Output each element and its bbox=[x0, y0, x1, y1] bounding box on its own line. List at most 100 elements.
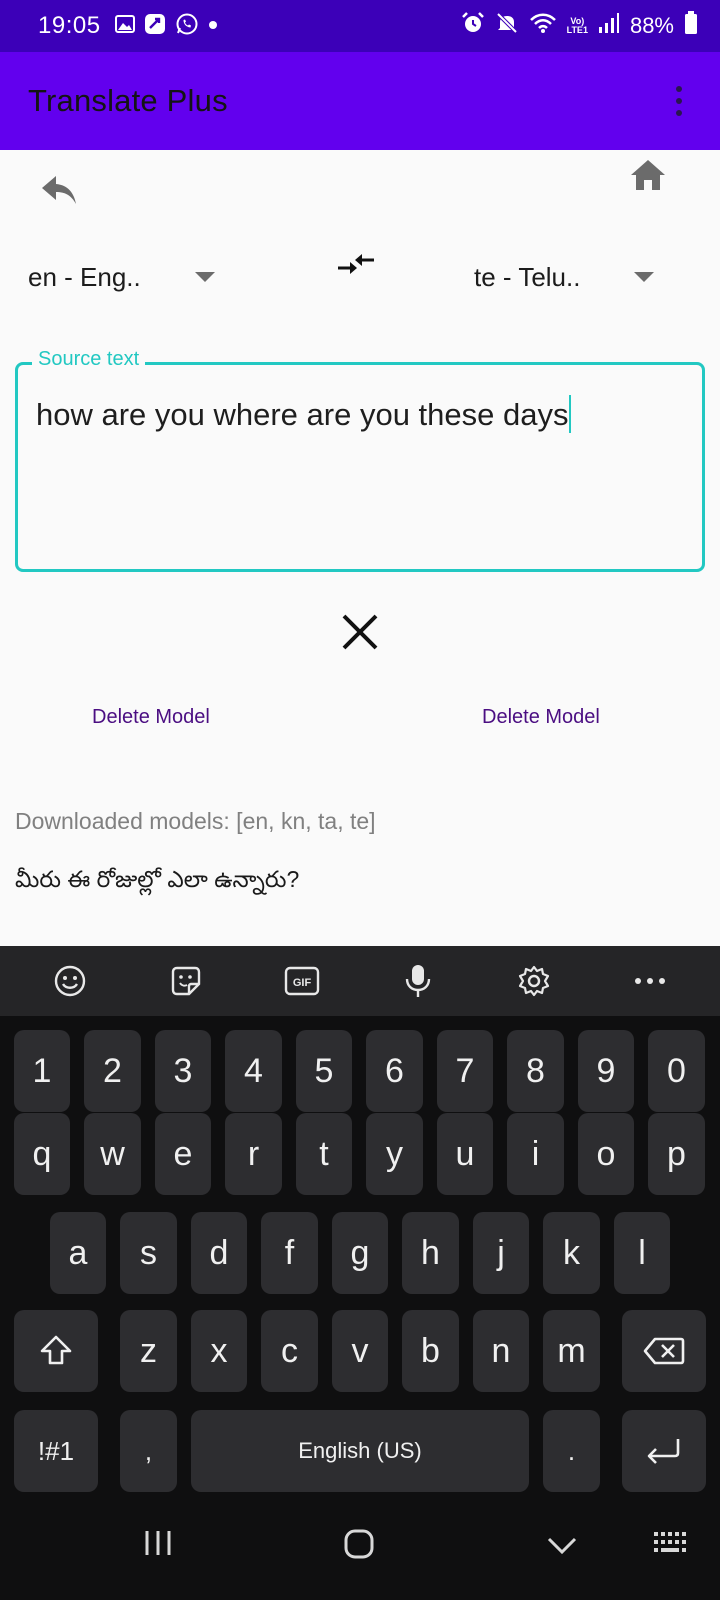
key-8[interactable]: 8 bbox=[507, 1030, 564, 1112]
target-language-selector[interactable]: te - Telu.. bbox=[474, 262, 580, 293]
keyboard-row-3: z x c v b n m bbox=[0, 1310, 720, 1392]
source-language-selector[interactable]: en - Eng.. bbox=[28, 262, 141, 293]
key-d[interactable]: d bbox=[191, 1212, 247, 1294]
home-icon[interactable] bbox=[628, 158, 668, 194]
delete-source-model-button[interactable]: Delete Model bbox=[92, 706, 210, 729]
key-y[interactable]: y bbox=[366, 1113, 423, 1195]
system-navigation-bar bbox=[0, 1492, 720, 1600]
key-4[interactable]: 4 bbox=[225, 1030, 282, 1112]
shift-key[interactable] bbox=[14, 1310, 98, 1392]
target-language-dropdown-icon[interactable] bbox=[634, 272, 654, 282]
whatsapp-icon bbox=[175, 12, 199, 41]
key-7[interactable]: 7 bbox=[437, 1030, 493, 1112]
key-9[interactable]: 9 bbox=[578, 1030, 634, 1112]
key-1[interactable]: 1 bbox=[14, 1030, 70, 1112]
key-3[interactable]: 3 bbox=[155, 1030, 211, 1112]
key-t[interactable]: t bbox=[296, 1113, 352, 1195]
back-nav-icon[interactable] bbox=[546, 1536, 578, 1561]
keyboard-row-numbers: 1 2 3 4 5 6 7 8 9 0 bbox=[0, 1030, 720, 1112]
shift-icon bbox=[40, 1335, 72, 1365]
gif-icon[interactable]: GIF bbox=[282, 961, 322, 1001]
home-nav-icon[interactable] bbox=[343, 1528, 375, 1565]
key-a[interactable]: a bbox=[50, 1212, 106, 1294]
key-i[interactable]: i bbox=[507, 1113, 564, 1195]
keyboard-row-1: q w e r t y u i o p bbox=[0, 1113, 720, 1195]
key-m[interactable]: m bbox=[543, 1310, 600, 1392]
battery-icon bbox=[684, 11, 698, 41]
battery-percent: 88% bbox=[629, 13, 674, 38]
keyboard: 1 2 3 4 5 6 7 8 9 0 q w e r t y u i o p … bbox=[0, 1016, 720, 1492]
overflow-menu-icon[interactable] bbox=[674, 86, 684, 116]
more-icon[interactable] bbox=[630, 961, 670, 1001]
key-q[interactable]: q bbox=[14, 1113, 70, 1195]
main-content: en - Eng.. te - Telu.. Source text how a… bbox=[0, 150, 720, 946]
key-u[interactable]: u bbox=[437, 1113, 493, 1195]
symbols-key[interactable]: !#1 bbox=[14, 1410, 98, 1492]
comma-key[interactable]: , bbox=[120, 1410, 177, 1492]
enter-key[interactable] bbox=[622, 1410, 706, 1492]
key-r[interactable]: r bbox=[225, 1113, 282, 1195]
backspace-icon bbox=[643, 1337, 685, 1365]
gallery-icon bbox=[114, 14, 135, 38]
source-text-input-wrap[interactable]: how are you where are you these days bbox=[36, 395, 572, 433]
key-f[interactable]: f bbox=[261, 1212, 318, 1294]
key-s[interactable]: s bbox=[120, 1212, 177, 1294]
key-v[interactable]: v bbox=[332, 1310, 388, 1392]
enter-icon bbox=[647, 1439, 680, 1464]
dot-icon bbox=[208, 17, 218, 35]
swap-languages-icon[interactable] bbox=[336, 250, 376, 280]
key-l[interactable]: l bbox=[614, 1212, 670, 1294]
alarm-icon bbox=[461, 11, 485, 41]
status-bar: 19:05 Vo) LTE1 88% bbox=[0, 0, 720, 52]
source-text-field[interactable]: Source text how are you where are you th… bbox=[15, 348, 705, 572]
wifi-icon bbox=[529, 12, 557, 40]
key-b[interactable]: b bbox=[402, 1310, 459, 1392]
clear-text-icon[interactable] bbox=[340, 612, 380, 652]
text-cursor bbox=[569, 395, 572, 433]
keyboard-switch-icon[interactable] bbox=[652, 1530, 692, 1561]
sticker-icon[interactable] bbox=[166, 961, 206, 1001]
network-type: Vo) LTE1 bbox=[567, 17, 588, 35]
key-2[interactable]: 2 bbox=[84, 1030, 141, 1112]
emoji-icon[interactable] bbox=[50, 961, 90, 1001]
key-p[interactable]: p bbox=[648, 1113, 705, 1195]
key-k[interactable]: k bbox=[543, 1212, 600, 1294]
key-z[interactable]: z bbox=[120, 1310, 177, 1392]
keyboard-row-2: a s d f g h j k l bbox=[0, 1212, 720, 1294]
delete-target-model-button[interactable]: Delete Model bbox=[482, 706, 600, 729]
source-text-label: Source text bbox=[32, 348, 146, 371]
gif-label: GIF bbox=[293, 977, 312, 989]
key-h[interactable]: h bbox=[402, 1212, 459, 1294]
app-title: Translate Plus bbox=[28, 83, 228, 118]
recent-apps-icon[interactable] bbox=[143, 1528, 173, 1563]
backspace-key[interactable] bbox=[622, 1310, 706, 1392]
key-0[interactable]: 0 bbox=[648, 1030, 705, 1112]
signal-icon bbox=[598, 12, 620, 40]
reply-icon[interactable] bbox=[40, 172, 80, 208]
app-bar: Translate Plus bbox=[0, 52, 720, 150]
settings-icon[interactable] bbox=[514, 961, 554, 1001]
key-c[interactable]: c bbox=[261, 1310, 318, 1392]
source-text-value[interactable]: how are you where are you these days bbox=[36, 397, 568, 432]
target-language-label: te - Telu.. bbox=[474, 262, 581, 292]
downloaded-models-text: Downloaded models: [en, kn, ta, te] bbox=[15, 808, 376, 834]
space-key[interactable]: English (US) bbox=[191, 1410, 529, 1492]
microphone-icon[interactable] bbox=[398, 961, 438, 1001]
key-g[interactable]: g bbox=[332, 1212, 388, 1294]
source-language-label: en - Eng.. bbox=[28, 262, 141, 292]
key-5[interactable]: 5 bbox=[296, 1030, 352, 1112]
key-e[interactable]: e bbox=[155, 1113, 211, 1195]
key-o[interactable]: o bbox=[578, 1113, 634, 1195]
network-lte-label: LTE1 bbox=[566, 25, 588, 35]
status-time: 19:05 bbox=[38, 12, 101, 39]
mute-icon bbox=[495, 11, 519, 41]
period-key[interactable]: . bbox=[543, 1410, 600, 1492]
source-language-dropdown-icon[interactable] bbox=[195, 272, 215, 282]
key-j[interactable]: j bbox=[473, 1212, 529, 1294]
app-notification-icon bbox=[144, 13, 166, 40]
key-w[interactable]: w bbox=[84, 1113, 141, 1195]
key-6[interactable]: 6 bbox=[366, 1030, 423, 1112]
keyboard-row-bottom: !#1 , English (US) . bbox=[0, 1410, 720, 1492]
key-n[interactable]: n bbox=[473, 1310, 529, 1392]
key-x[interactable]: x bbox=[191, 1310, 247, 1392]
